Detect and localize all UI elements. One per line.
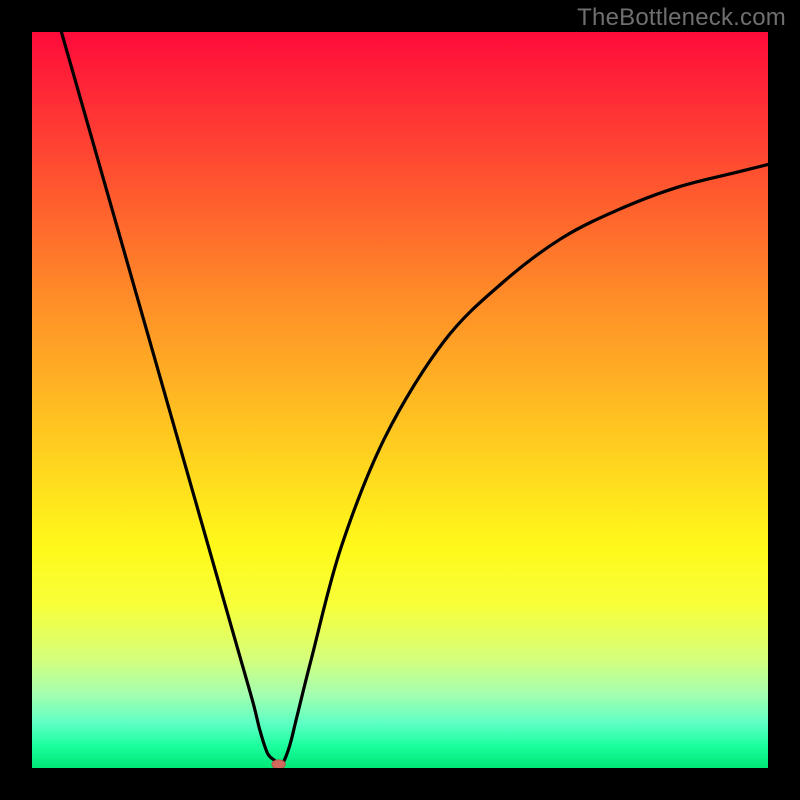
watermark-text: TheBottleneck.com	[577, 4, 786, 32]
optimal-point-marker	[272, 760, 285, 768]
plot-area	[32, 32, 768, 768]
bottleneck-curve	[61, 32, 768, 766]
chart-frame: TheBottleneck.com	[0, 0, 800, 800]
chart-svg	[32, 32, 768, 768]
